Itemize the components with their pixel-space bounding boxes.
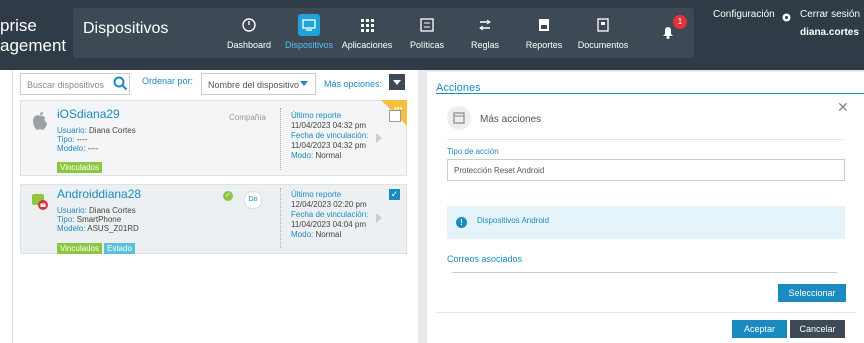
nav-documentos[interactable]: Documentos [572, 10, 634, 50]
title-rule [436, 93, 864, 94]
android-icon [30, 189, 50, 216]
nav-reportes[interactable]: Reportes [513, 10, 575, 50]
report-info: Último reporte 12/04/2023 02:20 pm Fecha… [291, 190, 369, 239]
action-type-field[interactable]: Protección Reset Android [447, 159, 845, 181]
status-badge: Vinculados [57, 162, 102, 173]
separator [447, 139, 843, 140]
dashboard-icon [238, 14, 260, 36]
select-checkbox[interactable] [389, 110, 401, 122]
more-actions-icon [447, 106, 471, 130]
state-badge: Estado [104, 243, 135, 254]
info-icon: ! [456, 217, 467, 228]
info-text: Dispositivos Android [477, 216, 550, 225]
emails-field[interactable] [452, 272, 837, 273]
nav-dashboard[interactable]: Dashboard [218, 10, 280, 50]
chevron-right-icon [376, 133, 382, 143]
left-strip [0, 70, 13, 343]
apple-icon [31, 111, 49, 136]
brand-logo: prise agement [0, 16, 67, 55]
device-name[interactable]: iOSdiana29 [57, 107, 120, 121]
gear-icon [781, 10, 792, 22]
chevron-down-icon [300, 81, 308, 86]
devices-icon [298, 14, 320, 36]
order-select[interactable]: Nombre del dispositivo [201, 73, 316, 95]
more-options-label: Más opciones: [324, 79, 383, 89]
emails-label: Correos asociados [447, 254, 523, 264]
reports-icon [533, 14, 555, 36]
select-checkbox-checked[interactable]: ✓ [389, 189, 400, 200]
apps-grid-icon [356, 14, 378, 36]
page-title: Dispositivos [83, 20, 169, 37]
nav-reglas[interactable]: Reglas [454, 10, 516, 50]
check-circle-icon: ✓ [223, 191, 233, 201]
notification-badge: 1 [673, 15, 687, 29]
nav-dispositivos[interactable]: Dispositivos [278, 10, 340, 50]
divider [280, 108, 282, 170]
more-actions-label: Más acciones [480, 114, 542, 125]
more-options-button[interactable] [389, 74, 405, 90]
rules-icon [474, 14, 496, 36]
nav-aplicaciones[interactable]: Aplicaciones [336, 10, 398, 50]
device-name[interactable]: Androiddiana28 [57, 187, 141, 201]
chevron-right-icon [376, 213, 382, 223]
action-type-label: Tipo de acción [447, 147, 499, 156]
divider [280, 188, 282, 248]
username: diana.cortes [800, 27, 859, 38]
order-label: Ordenar por: [142, 76, 194, 86]
device-meta: Usuario: Diana Cortes Tipo: ---- Modelo:… [57, 126, 136, 153]
nav-politicas[interactable]: Políticas [396, 10, 458, 50]
do-badge: Do [244, 191, 262, 209]
select-button[interactable]: Seleccionar [778, 284, 846, 302]
documents-icon [592, 14, 614, 36]
accept-button[interactable]: Aceptar [732, 320, 787, 338]
cancel-button[interactable]: Cancelar [790, 320, 845, 338]
device-meta: Usuario: Diana Cortes Tipo: SmartPhone M… [57, 206, 139, 233]
config-link[interactable]: Configuración [713, 9, 775, 20]
status-badge: Vinculados [57, 243, 102, 254]
search-icon[interactable] [113, 76, 128, 91]
separator [436, 312, 856, 313]
report-info: Último reporte 11/04/2023 04:32 pm Fecha… [291, 111, 369, 160]
logout-link[interactable]: Cerrar sesión [800, 9, 860, 20]
close-icon[interactable]: ✕ [837, 99, 849, 116]
company-label: Compañía [229, 113, 266, 122]
policies-icon [416, 14, 438, 36]
